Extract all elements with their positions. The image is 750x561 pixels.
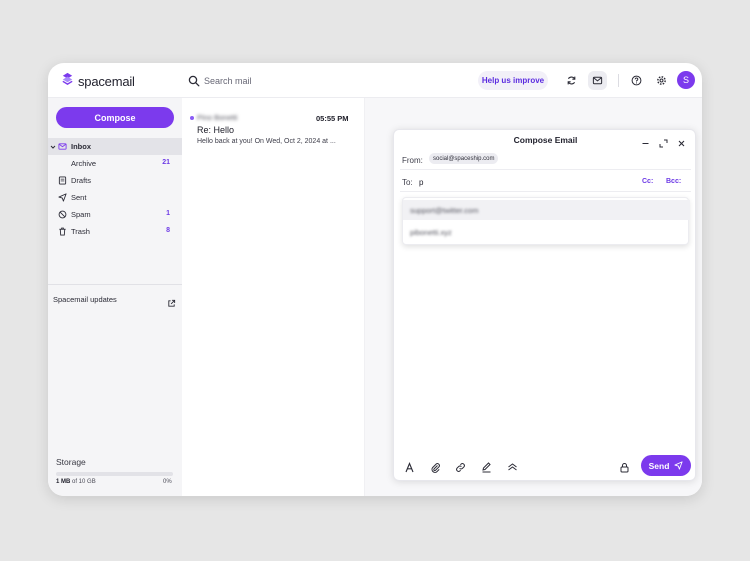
sidebar-item-label: Spam — [71, 210, 91, 219]
message-sender: Pino Bonetti — [197, 113, 238, 122]
send-label: Send — [648, 460, 670, 471]
link-icon[interactable] — [455, 460, 466, 472]
gear-icon[interactable] — [652, 71, 671, 90]
app-name: spacemail — [78, 73, 135, 89]
header-divider — [618, 74, 619, 87]
sidebar-item-label: Trash — [71, 227, 90, 236]
sidebar-item-archive[interactable]: Archive 21 — [48, 155, 182, 172]
help-icon[interactable] — [627, 71, 646, 90]
message-preview: Hello back at you! On Wed, Oct 2, 2024 a… — [197, 138, 336, 145]
search-input[interactable] — [204, 72, 404, 90]
unread-indicator — [190, 116, 194, 120]
suggestion-text: pibonetti.xyz — [410, 228, 452, 237]
message-time: 05:55 PM — [316, 114, 349, 123]
message-subject: Re: Hello — [197, 125, 235, 135]
list-item[interactable]: Pino Bonetti 05:55 PM Re: Hello Hello ba… — [182, 111, 364, 151]
sidebar-item-spam[interactable]: Spam 1 — [48, 206, 182, 223]
spacemail-updates-link[interactable]: Spacemail updates — [53, 295, 117, 304]
storage-used-value: 1 MB — [56, 479, 71, 485]
suggestion-item[interactable]: pibonetti.xyz — [403, 222, 690, 242]
bcc-toggle[interactable]: Bcc: — [666, 178, 681, 185]
inbox-icon — [58, 142, 67, 151]
divider — [400, 169, 691, 170]
refresh-icon[interactable] — [562, 71, 581, 90]
search-icon[interactable] — [188, 74, 200, 87]
storage-label: Storage — [56, 457, 86, 467]
from-label: From: — [402, 156, 423, 165]
sidebar-item-label: Inbox — [71, 142, 91, 151]
expand-icon[interactable] — [659, 135, 668, 148]
from-address-chip[interactable]: social@spaceship.com — [429, 153, 499, 164]
spam-count: 1 — [166, 210, 170, 217]
chevron-down-icon[interactable] — [50, 143, 56, 149]
close-icon[interactable] — [677, 135, 686, 147]
cc-toggle[interactable]: Cc: — [642, 178, 653, 185]
sidebar: Compose Inbox Archive 21 Drafts Sent Spa… — [48, 98, 182, 496]
compose-title: Compose Email — [513, 135, 578, 145]
send-button[interactable]: Send — [641, 455, 691, 476]
minimize-icon[interactable] — [641, 135, 650, 144]
sidebar-item-sent[interactable]: Sent — [48, 189, 182, 206]
avatar[interactable]: S — [677, 71, 695, 89]
suggestion-text: support@twitter.com — [410, 206, 479, 215]
storage-total: of 10 GB — [72, 479, 96, 485]
divider — [400, 191, 691, 192]
sidebar-item-trash[interactable]: Trash 8 — [48, 223, 182, 240]
suggestion-item[interactable]: support@twitter.com — [403, 200, 690, 220]
storage-used: 1 MB of 10 GB — [56, 479, 96, 485]
lock-icon[interactable] — [619, 460, 630, 473]
layers-icon[interactable] — [507, 460, 518, 471]
send-icon — [58, 193, 67, 202]
help-us-improve-button[interactable]: Help us improve — [478, 71, 548, 90]
send-icon — [674, 461, 683, 470]
sidebar-item-label: Drafts — [71, 176, 92, 185]
attachment-icon[interactable] — [430, 460, 441, 473]
sidebar-item-label: Archive — [71, 159, 97, 168]
text-format-icon[interactable] — [404, 460, 415, 473]
mail-icon[interactable] — [588, 71, 607, 90]
sidebar-item-label: Sent — [71, 193, 87, 202]
sidebar-item-inbox[interactable]: Inbox — [48, 138, 182, 155]
compose-dialog: Compose Email From: social@spaceship.com… — [393, 129, 696, 481]
spam-icon — [58, 210, 67, 219]
compose-button[interactable]: Compose — [56, 107, 174, 128]
external-link-icon[interactable] — [167, 295, 176, 307]
signature-icon[interactable] — [481, 460, 492, 473]
drafts-icon — [58, 176, 67, 185]
archive-count: 21 — [162, 159, 170, 166]
storage-percent: 0% — [163, 479, 172, 485]
app-logo[interactable]: spacemail — [60, 72, 150, 90]
recipient-suggestions: support@twitter.com pibonetti.xyz — [402, 197, 690, 245]
storage-bar — [56, 472, 173, 476]
app-window: spacemail Help us improve S Compose Inbo… — [48, 63, 702, 496]
sidebar-item-drafts[interactable]: Drafts — [48, 172, 182, 189]
trash-icon — [58, 227, 67, 236]
to-input[interactable] — [419, 175, 499, 189]
top-header: spacemail Help us improve S — [48, 63, 702, 98]
message-list: Pino Bonetti 05:55 PM Re: Hello Hello ba… — [182, 98, 365, 496]
logo-icon — [60, 71, 78, 91]
trash-count: 8 — [166, 227, 170, 234]
sidebar-divider — [48, 284, 182, 285]
to-label: To: — [402, 178, 413, 187]
